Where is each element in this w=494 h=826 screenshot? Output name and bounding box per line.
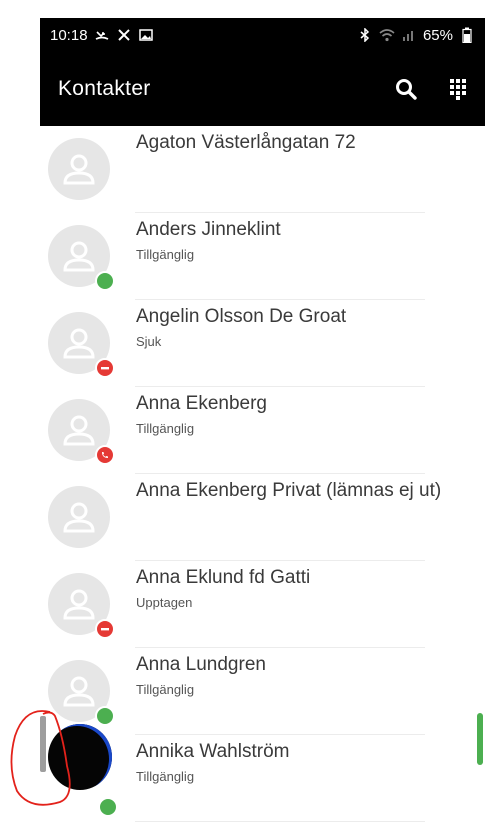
contact-status: Tillgänglig (136, 247, 195, 262)
status-bar: 10:18 65% (40, 18, 485, 52)
photo-avatar (48, 724, 112, 790)
contact-name: Anna Eklund fd Gatti (136, 567, 311, 588)
do-not-disturb-icon (95, 358, 115, 378)
dialpad-icon[interactable] (445, 76, 471, 102)
contact-name: Anna Lundgren (136, 654, 266, 675)
on-call-icon (95, 445, 115, 465)
contact-name: Anders Jinneklint (136, 219, 281, 240)
phone-screen: 10:18 65% Kontakter Agaton Västerlångata… (40, 18, 485, 826)
contact-list: Agaton Västerlångatan 72 Anders Jinnekli… (40, 126, 485, 822)
status-left: 10:18 (50, 27, 154, 44)
contact-row[interactable]: Anna Ekenberg Privat (lämnas ej ut) (40, 474, 485, 561)
contact-row[interactable]: Anna Lundgren Tillgänglig (40, 648, 485, 735)
contact-row[interactable]: Anna Eklund fd Gatti Upptagen (40, 561, 485, 648)
avatar-placeholder-icon (48, 138, 110, 200)
available-dot-icon (95, 706, 115, 726)
bluetooth-icon (357, 27, 373, 43)
page-title: Kontakter (58, 77, 151, 100)
contact-name: Annika Wahlström (136, 741, 290, 762)
contact-name: Angelin Olsson De Groat (136, 306, 347, 327)
battery-icon (459, 27, 475, 43)
status-time: 10:18 (50, 26, 88, 44)
contact-name: Anna Ekenberg (136, 393, 267, 414)
contact-status: Sjuk (136, 334, 162, 349)
edge-handle[interactable] (40, 716, 46, 772)
missed-call-icon (94, 27, 110, 43)
contact-status: Upptagen (136, 595, 193, 610)
status-right: 65% (357, 27, 475, 44)
avatar-placeholder-icon (48, 486, 110, 548)
available-dot-icon (95, 271, 115, 291)
contact-status: Tillgänglig (136, 682, 195, 697)
contact-status: Tillgänglig (136, 421, 195, 436)
scrollbar-thumb[interactable] (477, 713, 483, 765)
contact-name: Anna Ekenberg Privat (lämnas ej ut) (136, 480, 442, 501)
contact-row[interactable]: Anna Ekenberg Tillgänglig (40, 387, 485, 474)
tools-icon (116, 27, 132, 43)
contact-status: Tillgänglig (136, 769, 195, 784)
contact-row[interactable]: Agaton Västerlångatan 72 (40, 126, 485, 213)
busy-icon (95, 619, 115, 639)
image-icon (138, 27, 154, 43)
contact-row[interactable]: Anders Jinneklint Tillgänglig (40, 213, 485, 300)
wifi-icon (379, 27, 395, 43)
search-icon[interactable] (393, 76, 419, 102)
available-dot-icon (98, 797, 118, 817)
app-bar: Kontakter (40, 52, 485, 126)
battery-percent: 65% (422, 26, 453, 44)
signal-icon (401, 27, 417, 43)
app-bar-actions (393, 52, 471, 126)
contact-row[interactable]: Angelin Olsson De Groat Sjuk (40, 300, 485, 387)
contact-name: Agaton Västerlångatan 72 (136, 132, 356, 153)
